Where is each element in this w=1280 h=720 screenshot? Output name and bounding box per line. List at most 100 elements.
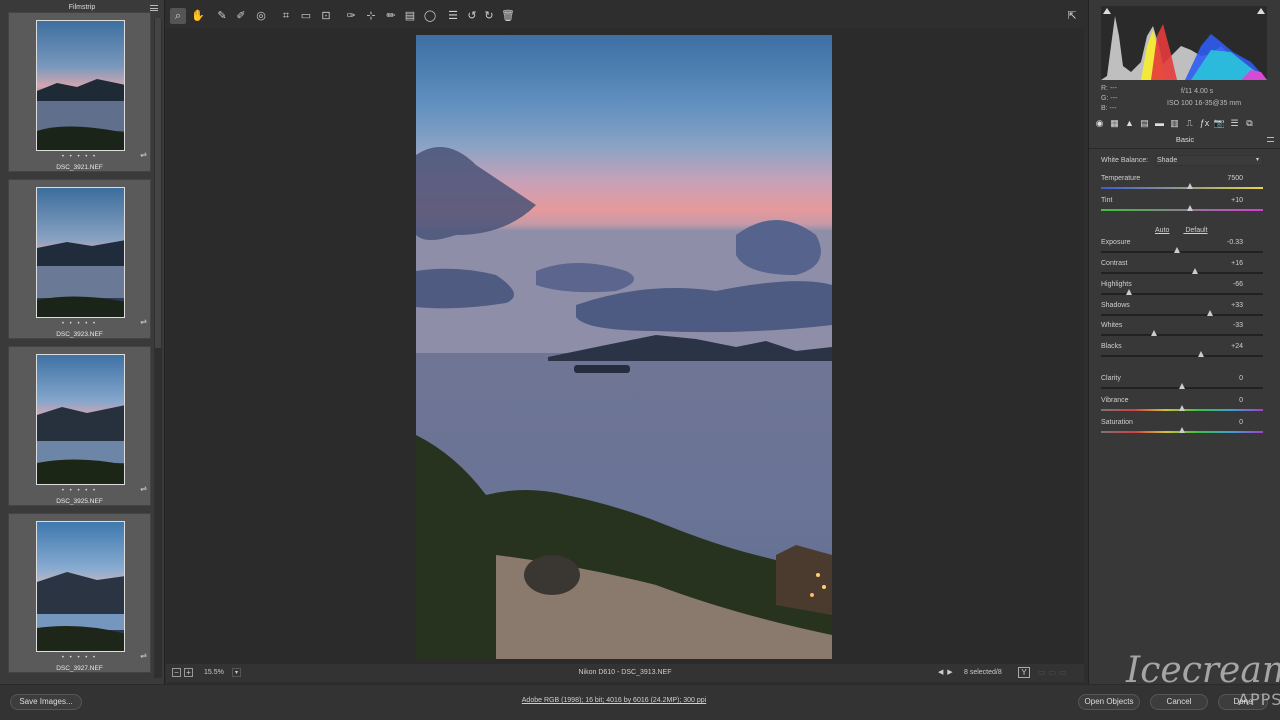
highlight-clipping-icon[interactable]: [1257, 8, 1265, 14]
rating-dots[interactable]: • • • • •: [9, 321, 150, 327]
straighten-icon[interactable]: ▭: [298, 8, 314, 24]
preferences-icon[interactable]: ☰: [445, 8, 461, 24]
effects-tab-icon[interactable]: ƒx: [1198, 117, 1211, 130]
slider-shadows[interactable]: Shadows +33: [1101, 302, 1263, 322]
slider-knob[interactable]: [1125, 289, 1132, 295]
slider-track[interactable]: [1101, 334, 1263, 336]
rotate-right-icon[interactable]: ↻: [481, 8, 497, 24]
slider-value[interactable]: 7500: [1203, 175, 1243, 182]
spot-removal-icon[interactable]: ✑: [343, 8, 359, 24]
slider-temperature[interactable]: Temperature 7500: [1101, 175, 1263, 195]
slider-track[interactable]: [1101, 187, 1263, 189]
basic-tab-icon[interactable]: ◉: [1093, 117, 1106, 130]
nav-arrows[interactable]: ◀ ▶: [938, 668, 953, 676]
slider-saturation[interactable]: Saturation 0: [1101, 419, 1263, 439]
slider-knob[interactable]: [1174, 247, 1181, 253]
crop-icon[interactable]: ⌗: [278, 8, 294, 24]
filmstrip-thumb[interactable]: • • • • • ⇌ DSC_3927.NEF: [8, 513, 151, 673]
main-photo: [416, 35, 832, 659]
preview-canvas[interactable]: [166, 28, 1084, 664]
slider-blacks[interactable]: Blacks +24: [1101, 343, 1263, 363]
slider-knob[interactable]: [1198, 351, 1205, 357]
shadow-clipping-icon[interactable]: [1103, 8, 1111, 14]
flag-icon[interactable]: ⇌: [140, 651, 147, 660]
slider-value[interactable]: -0.33: [1203, 239, 1243, 246]
slider-track[interactable]: [1101, 251, 1263, 253]
flag-icon[interactable]: ⇌: [140, 150, 147, 159]
slider-knob[interactable]: [1179, 405, 1185, 411]
slider-vibrance[interactable]: Vibrance 0: [1101, 397, 1263, 417]
rating-dots[interactable]: • • • • •: [9, 154, 150, 160]
filmstrip-thumb[interactable]: • • • • • ⇌ DSC_3925.NEF: [8, 346, 151, 506]
filmstrip-scrollbar[interactable]: [154, 18, 162, 678]
next-icon[interactable]: ▶: [947, 669, 952, 676]
radial-filter-icon[interactable]: ◯: [422, 8, 438, 24]
slider-value[interactable]: +33: [1203, 302, 1243, 309]
slider-highlights[interactable]: Highlights -66: [1101, 281, 1263, 301]
lens-tab-icon[interactable]: ▥: [1168, 117, 1181, 130]
prev-icon[interactable]: ◀: [938, 669, 943, 676]
workflow-options-link[interactable]: Adobe RGB (1998); 16 bit; 4016 by 6016 (…: [0, 697, 1228, 704]
slider-knob[interactable]: [1179, 383, 1185, 389]
slider-track[interactable]: [1101, 209, 1263, 211]
detail-tab-icon[interactable]: ▲: [1123, 117, 1136, 130]
auto-link[interactable]: Auto: [1155, 227, 1169, 234]
white-balance-icon[interactable]: ✎: [214, 8, 230, 24]
tone-curve-tab-icon[interactable]: ▦: [1108, 117, 1121, 130]
hsl-tab-icon[interactable]: ▤: [1138, 117, 1151, 130]
filmstrip-thumb[interactable]: • • • • • ⇌ DSC_3921.NEF: [8, 12, 151, 172]
slider-value[interactable]: +10: [1203, 197, 1243, 204]
slider-track[interactable]: [1101, 355, 1263, 357]
trash-icon[interactable]: 🗑: [500, 8, 516, 24]
slider-knob[interactable]: [1191, 268, 1198, 274]
default-link[interactable]: Default: [1185, 227, 1207, 234]
flag-icon[interactable]: ⇌: [140, 317, 147, 326]
rotate-left-icon[interactable]: ↺: [464, 8, 480, 24]
color-sampler-icon[interactable]: ✐: [233, 8, 249, 24]
slider-knob[interactable]: [1187, 205, 1194, 211]
rating-dots[interactable]: • • • • •: [9, 655, 150, 661]
split-toning-tab-icon[interactable]: ▬: [1153, 117, 1166, 130]
rating-dots[interactable]: • • • • •: [9, 488, 150, 494]
flag-icon[interactable]: ⇌: [140, 484, 147, 493]
slider-tint[interactable]: Tint +10: [1101, 197, 1263, 217]
slider-knob[interactable]: [1151, 330, 1158, 336]
camera-calibration-tab-icon[interactable]: 📷: [1213, 117, 1226, 130]
fullscreen-icon[interactable]: ⇱: [1064, 8, 1080, 24]
slider-knob[interactable]: [1206, 310, 1213, 316]
hand-icon[interactable]: ✋: [190, 8, 206, 24]
slider-value[interactable]: +24: [1203, 343, 1243, 350]
slider-value[interactable]: +16: [1203, 260, 1243, 267]
filmstrip-menu-icon[interactable]: [150, 5, 158, 11]
slider-track[interactable]: [1101, 314, 1263, 316]
zoom-icon[interactable]: ⌕: [170, 8, 186, 24]
slider-clarity[interactable]: Clarity 0: [1101, 375, 1263, 395]
slider-track[interactable]: [1101, 272, 1263, 274]
white-balance-select[interactable]: Shade ▾: [1155, 155, 1263, 166]
slider-value[interactable]: -33: [1203, 322, 1243, 329]
snapshots-tab-icon[interactable]: ⧉: [1243, 117, 1256, 130]
target-adjust-icon[interactable]: ◎: [253, 8, 269, 24]
presets-tab-icon[interactable]: ☰: [1228, 117, 1241, 130]
slider-knob[interactable]: [1187, 183, 1194, 189]
adjustment-brush-icon[interactable]: ✏: [383, 8, 399, 24]
scrollbar-thumb[interactable]: [155, 18, 161, 348]
slider-knob[interactable]: [1179, 427, 1185, 433]
filmstrip-thumb[interactable]: • • • • • ⇌ DSC_3923.NEF: [8, 179, 151, 339]
thumb-filename: DSC_3927.NEF: [56, 665, 103, 672]
red-eye-icon[interactable]: ⊹: [363, 8, 379, 24]
slider-whites[interactable]: Whites -33: [1101, 322, 1263, 342]
slider-contrast[interactable]: Contrast +16: [1101, 260, 1263, 280]
before-after-button[interactable]: Y: [1018, 667, 1030, 678]
transform-icon[interactable]: ⊡: [318, 8, 334, 24]
slider-exposure[interactable]: Exposure -0.33: [1101, 239, 1263, 259]
panel-menu-icon[interactable]: [1267, 137, 1274, 142]
transform-tab-icon[interactable]: ⎍: [1183, 117, 1196, 130]
slider-value[interactable]: 0: [1203, 397, 1243, 404]
slider-value[interactable]: 0: [1203, 419, 1243, 426]
graduated-filter-icon[interactable]: ▤: [402, 8, 418, 24]
slider-value[interactable]: 0: [1203, 375, 1243, 382]
slider-value[interactable]: -66: [1203, 281, 1243, 288]
g-readout: G: ---: [1101, 95, 1118, 102]
view-mode-icons[interactable]: ▭▭▭: [1038, 668, 1078, 678]
